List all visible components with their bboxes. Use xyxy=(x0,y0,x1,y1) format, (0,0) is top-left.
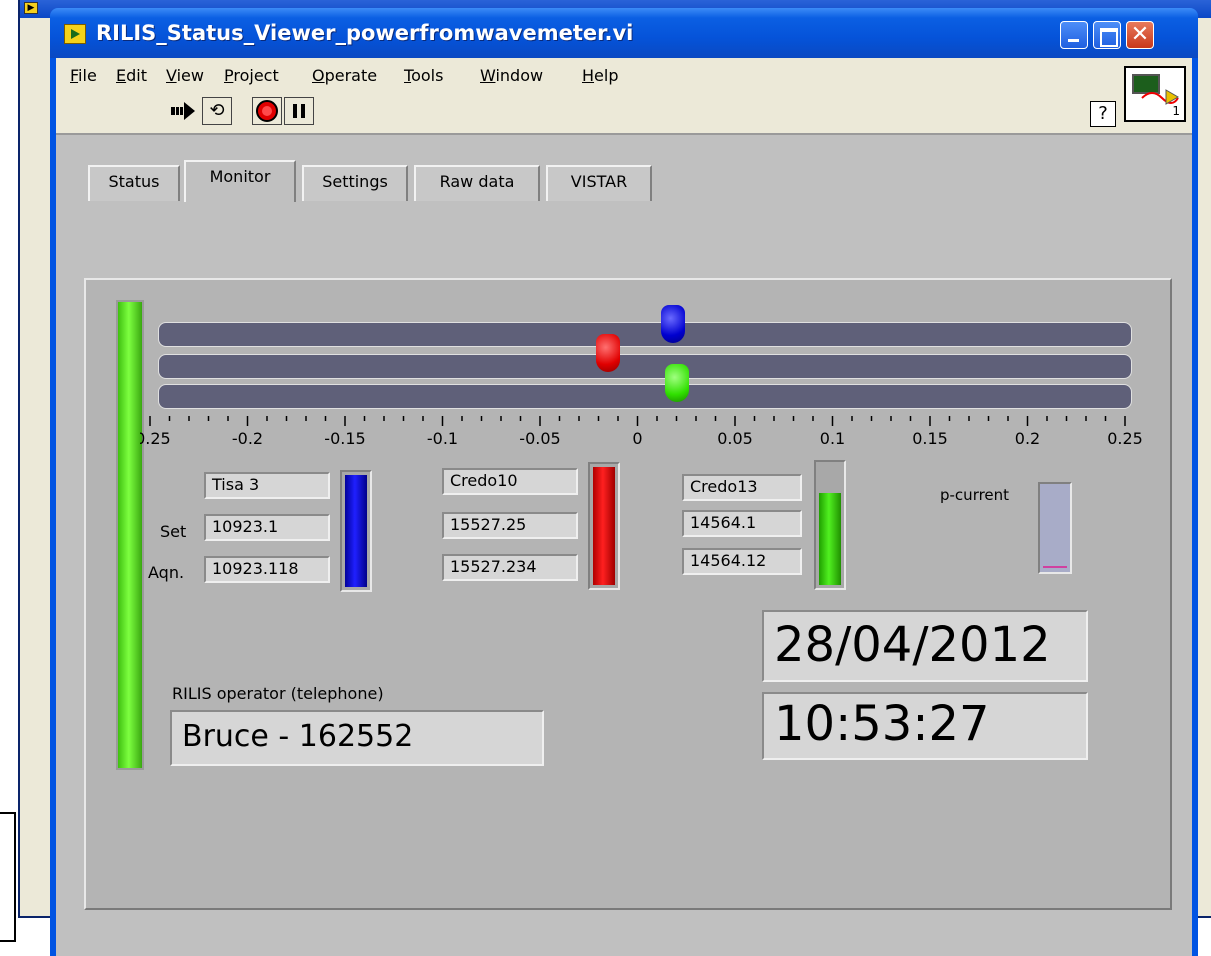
menu-mnemonic: P xyxy=(224,66,234,85)
window-titlebar[interactable]: RILIS_Status_Viewer_powerfromwavemeter.v… xyxy=(50,8,1198,58)
credo13-set-value: 14564.1 xyxy=(682,510,802,537)
tab-vistar[interactable]: VISTAR xyxy=(546,165,652,201)
time-display: 10:53:27 xyxy=(762,692,1088,760)
p-current-label: p-current xyxy=(940,486,1010,504)
window-title: RILIS_Status_Viewer_powerfromwavemeter.v… xyxy=(96,21,634,45)
tisa3-power-fill xyxy=(345,475,367,587)
p-current-fill xyxy=(1043,566,1067,568)
menu-mnemonic: H xyxy=(582,66,595,85)
scale-tick-label: -0.15 xyxy=(324,429,365,448)
overall-status-bar xyxy=(116,300,144,770)
stop-icon xyxy=(256,100,278,122)
pause-button[interactable] xyxy=(284,97,314,125)
tisa3-aqn-value: 10923.118 xyxy=(204,556,330,583)
operator-field: Bruce - 162552 xyxy=(170,710,544,766)
slider-thumb-green[interactable] xyxy=(664,364,689,402)
slider-track-green[interactable] xyxy=(158,384,1132,409)
close-button[interactable]: ✕ xyxy=(1126,21,1154,49)
slider-thumb-blue[interactable] xyxy=(660,305,685,343)
menu-project[interactable]: Project xyxy=(224,66,279,85)
slider-track-blue[interactable] xyxy=(158,322,1132,347)
tab-raw-data[interactable]: Raw data xyxy=(414,165,540,201)
menu-mnemonic: O xyxy=(312,66,325,85)
menu-label-rest: roject xyxy=(233,66,279,85)
operator-label: RILIS operator (telephone) xyxy=(172,684,384,703)
menu-mnemonic: W xyxy=(480,66,496,85)
maximize-button[interactable] xyxy=(1093,21,1121,49)
credo10-set-value: 15527.25 xyxy=(442,512,578,539)
close-icon: ✕ xyxy=(1130,22,1150,47)
laser-name-tisa3: Tisa 3 xyxy=(204,472,330,499)
minimize-button[interactable] xyxy=(1060,21,1088,49)
menu-label-rest: indow xyxy=(495,66,544,85)
menu-mnemonic: V xyxy=(166,66,177,85)
menu-label-rest: dit xyxy=(126,66,147,85)
set-label: Set xyxy=(160,522,187,541)
toolbar: ⟲ ? xyxy=(56,91,1192,135)
slider-thumb-red[interactable] xyxy=(596,334,621,372)
tab-monitor[interactable]: Monitor xyxy=(184,160,296,202)
menu-tools[interactable]: Tools xyxy=(404,66,443,85)
menu-mnemonic: T xyxy=(404,66,412,85)
menu-help[interactable]: Help xyxy=(582,66,618,85)
scale-tick-label: 0.25 xyxy=(1107,429,1143,448)
scale-tick-label: 0 xyxy=(632,429,642,448)
slider-scale: -0.25 -0.2 -0.15 -0.1 -0.05 0 0.05 0.1 0.15 0.2 0.… xyxy=(140,416,1143,448)
background-window-fragment xyxy=(0,812,16,942)
menu-label-rest: iew xyxy=(176,66,204,85)
menu-view[interactable]: View xyxy=(166,66,204,85)
vi-connector-icon[interactable]: 1 xyxy=(1124,66,1186,122)
menu-label-rest: ile xyxy=(78,66,97,85)
context-help-button[interactable]: ? xyxy=(1090,101,1116,127)
menu-mnemonic: F xyxy=(70,66,79,85)
scale-tick-label: -0.25 xyxy=(140,429,171,448)
run-arrow-icon xyxy=(171,102,195,120)
scale-tick-label: -0.2 xyxy=(232,429,263,448)
menu-label-rest: ools xyxy=(411,66,444,85)
menu-operate[interactable]: Operate xyxy=(312,66,377,85)
pause-icon xyxy=(293,104,305,118)
menu-edit[interactable]: Edit xyxy=(116,66,147,85)
aqn-label: Aqn. xyxy=(148,563,185,582)
help-icon: ? xyxy=(1098,103,1108,124)
date-display: 28/04/2012 xyxy=(762,610,1088,682)
credo10-power-fill xyxy=(593,467,615,585)
scale-tick-label: 0.2 xyxy=(1015,429,1040,448)
run-continuously-button[interactable]: ⟲ xyxy=(202,97,232,125)
laser-name-credo13: Credo13 xyxy=(682,474,802,501)
background-window-edge xyxy=(1196,320,1211,420)
credo10-power-bar xyxy=(588,462,620,590)
tab-status[interactable]: Status xyxy=(88,165,180,201)
scale-tick-label: 0.1 xyxy=(820,429,845,448)
slider-track-red[interactable] xyxy=(158,354,1132,379)
credo10-aqn-value: 15527.234 xyxy=(442,554,578,581)
run-button[interactable] xyxy=(166,97,202,125)
background-window-icon: ▶ xyxy=(24,2,38,14)
labview-vi-icon xyxy=(64,24,86,44)
scale-tick-label: -0.1 xyxy=(427,429,458,448)
tab-settings[interactable]: Settings xyxy=(302,165,408,201)
tisa3-power-bar xyxy=(340,470,372,592)
menu-label-rest: elp xyxy=(594,66,619,85)
credo13-power-fill xyxy=(819,492,841,585)
tisa3-set-value: 10923.1 xyxy=(204,514,330,541)
scale-tick-label: 0.05 xyxy=(717,429,753,448)
menu-bar: File Edit View Project Operate Tools Win… xyxy=(56,58,1192,91)
menu-mnemonic: E xyxy=(116,66,127,85)
menu-file[interactable]: File xyxy=(70,66,97,85)
menu-window[interactable]: Window xyxy=(480,66,543,85)
credo13-power-bar xyxy=(814,460,846,590)
run-continuously-icon: ⟲ xyxy=(209,100,225,121)
p-current-bar xyxy=(1038,482,1072,574)
credo13-aqn-value: 14564.12 xyxy=(682,548,802,575)
scale-tick-label: -0.05 xyxy=(519,429,560,448)
scale-tick-label: 0.15 xyxy=(912,429,948,448)
abort-execution-button[interactable] xyxy=(252,97,282,125)
laser-name-credo10: Credo10 xyxy=(442,468,578,495)
vi-icon-number: 1 xyxy=(1172,104,1180,118)
menu-label-rest: perate xyxy=(324,66,378,85)
